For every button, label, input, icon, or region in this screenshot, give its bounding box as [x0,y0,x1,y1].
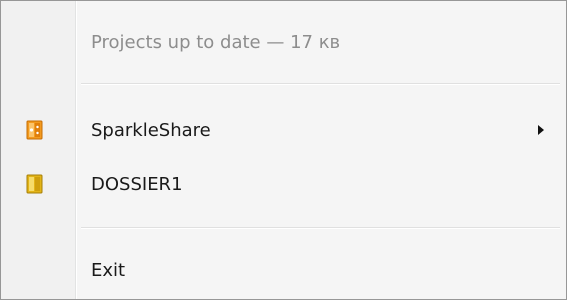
context-menu: Projects up to date — 17 кв SparkleShare [0,0,567,300]
menu-separator [81,227,560,229]
folder-icon [26,174,43,194]
submenu-arrow-icon [538,125,544,135]
menu-item-exit[interactable]: Exit [1,250,566,290]
menu-item-label: DOSSIER1 [91,173,183,195]
exit-label: Exit [91,259,126,281]
menu-item-dossier1[interactable]: DOSSIER1 [1,164,566,204]
status-menu-item: Projects up to date — 17 кв [1,22,566,62]
menu-item-sparkleshare[interactable]: SparkleShare [1,110,566,150]
status-label: Projects up to date — 17 кв [91,31,341,53]
sparkleshare-folder-icon [26,120,43,140]
menu-item-label: SparkleShare [91,119,211,141]
menu-separator [81,83,560,85]
